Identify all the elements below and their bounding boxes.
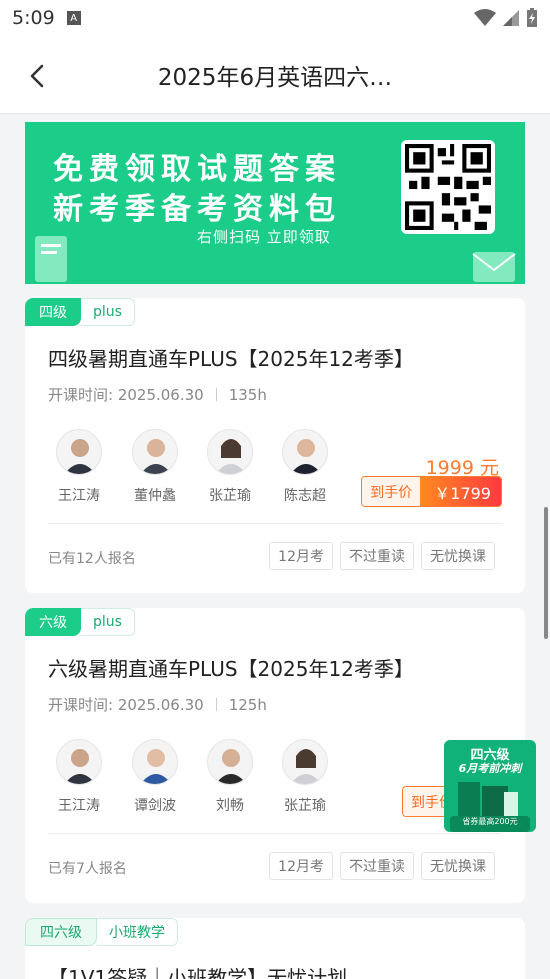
qr-code-icon <box>405 144 491 230</box>
banner-subtitle: 右侧扫码 立即领取 <box>197 228 331 246</box>
feature-chip: 不过重读 <box>340 852 414 880</box>
banner-line2: 新考季备考资料包 <box>53 192 341 227</box>
teacher[interactable]: 刘畅 <box>197 739 263 815</box>
level-tag: 四级 <box>25 298 81 326</box>
teacher-name: 董仲蠡 <box>134 488 176 504</box>
banner-line1: 免费领取试题答案 <box>53 152 341 187</box>
level-tag: 六级 <box>25 608 81 636</box>
feature-chip: 12月考 <box>269 542 333 570</box>
avatar <box>207 429 253 475</box>
teacher-name: 张芷瑜 <box>209 488 251 504</box>
teacher-name: 刘畅 <box>216 798 244 814</box>
enroll-count: 已有12人报名 <box>48 551 136 567</box>
price-value: ￥1799 <box>420 477 501 506</box>
teacher[interactable]: 张芷瑜 <box>197 429 263 505</box>
course-title[interactable]: 【1V1答疑｜小班教学】无忧计划 <box>48 962 347 979</box>
status-time: 5:09 <box>12 7 55 29</box>
course-list[interactable]: 免费领取试题答案 新考季备考资料包 右侧扫码 立即领取 四级 plus 四级暑期… <box>0 114 550 979</box>
feature-chip: 12月考 <box>269 852 333 880</box>
course-card[interactable]: 四级 plus 四级暑期直通车PLUS【2025年12考季】 开课时间: 202… <box>25 298 525 593</box>
start-date: 开课时间: 2025.06.30 <box>48 386 204 404</box>
qr-code <box>401 140 495 234</box>
chevron-left-icon[interactable] <box>26 62 50 90</box>
meta-divider <box>215 388 217 401</box>
avatar <box>56 739 102 785</box>
teacher[interactable]: 谭剑波 <box>122 739 188 815</box>
feature-chip: 无忧换课 <box>421 852 495 880</box>
plus-tag: plus <box>81 298 135 326</box>
avatar <box>132 739 178 785</box>
teacher[interactable]: 王江涛 <box>46 429 112 505</box>
page-title: 2025年6月英语四六… <box>157 64 393 91</box>
course-title[interactable]: 六级暑期直通车PLUS【2025年12考季】 <box>48 653 414 682</box>
course-hours: 135h <box>228 385 267 404</box>
meta-divider <box>215 698 217 711</box>
feature-chip: 无忧换课 <box>421 542 495 570</box>
battery-icon <box>527 8 537 27</box>
envelope-icon <box>472 252 516 282</box>
price-label: 到手价 <box>362 477 421 506</box>
divider <box>48 833 502 834</box>
teacher[interactable]: 董仲蠡 <box>122 429 188 505</box>
teacher[interactable]: 王江涛 <box>46 739 112 815</box>
avatar <box>132 429 178 475</box>
signal-icon <box>503 10 519 26</box>
course-card[interactable]: 四六级 小班教学 【1V1答疑｜小班教学】无忧计划 <box>25 918 525 979</box>
plus-tag: plus <box>81 608 135 636</box>
enroll-count: 已有7人报名 <box>48 861 127 877</box>
teacher-name: 陈志超 <box>284 488 326 504</box>
promo-badge: 省券最高200元 <box>462 817 518 826</box>
promo-banner[interactable]: 免费领取试题答案 新考季备考资料包 右侧扫码 立即领取 <box>25 122 525 284</box>
start-date: 开课时间: 2025.06.30 <box>48 696 204 714</box>
teacher-name: 王江涛 <box>58 798 100 814</box>
teacher[interactable]: 张芷瑜 <box>272 739 338 815</box>
course-title[interactable]: 四级暑期直通车PLUS【2025年12考季】 <box>48 343 414 372</box>
divider <box>48 523 502 524</box>
teacher[interactable]: 陈志超 <box>272 429 338 505</box>
nav-bar: 2025年6月英语四六… <box>0 36 550 114</box>
course-hours: 125h <box>228 695 267 714</box>
feature-chip: 不过重读 <box>340 542 414 570</box>
avatar <box>56 429 102 475</box>
avatar <box>282 739 328 785</box>
teacher-name: 王江涛 <box>58 488 100 504</box>
final-price-badge: 到手价 ￥1799 <box>361 476 502 507</box>
promo-subtitle: 6月考前冲刺 <box>458 762 522 775</box>
scrollbar[interactable] <box>544 507 548 639</box>
document-icon <box>35 236 67 282</box>
avatar <box>282 429 328 475</box>
avatar <box>207 739 253 785</box>
class-type-tag: 小班教学 <box>97 918 178 946</box>
level-tag: 四六级 <box>25 918 97 946</box>
wifi-icon <box>474 9 496 26</box>
teacher-name: 张芷瑜 <box>284 798 326 814</box>
status-bar: 5:09 A <box>0 0 550 36</box>
teacher-name: 谭剑波 <box>134 798 176 814</box>
floating-promo[interactable]: 四六级 6月考前冲刺 省券最高200元 <box>444 740 536 832</box>
sim-icon: A <box>66 11 81 25</box>
